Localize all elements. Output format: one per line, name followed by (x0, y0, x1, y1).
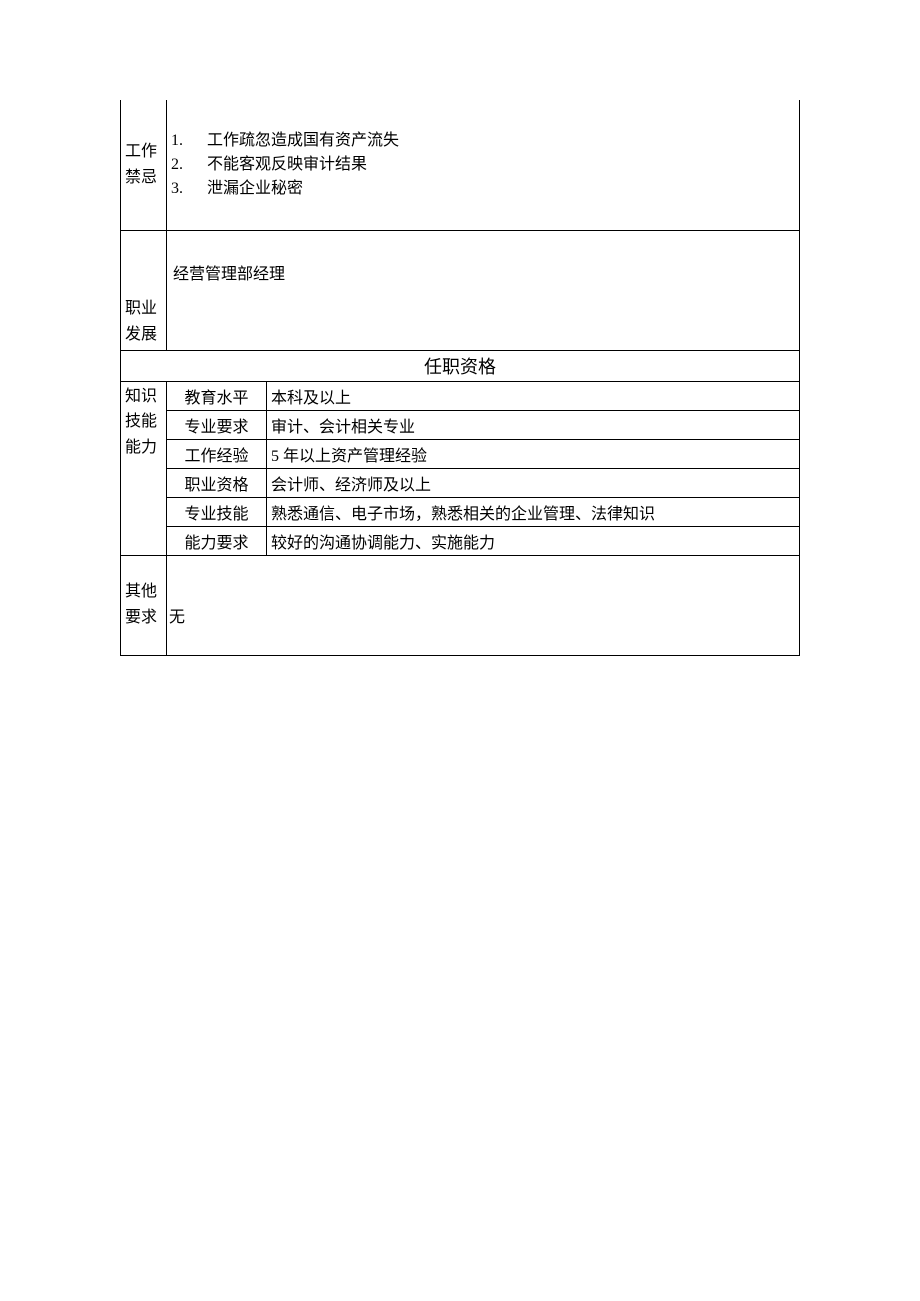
other-value: 无 (169, 609, 185, 626)
taboo-num-3: 3. (171, 177, 183, 201)
other-value-cell: 无 (167, 555, 800, 655)
career-value: 经营管理部经理 (173, 266, 285, 283)
career-label-cell: 职业发展 (121, 230, 167, 350)
other-label: 其他要求 (125, 583, 157, 626)
qual-row-label: 职业资格 (167, 468, 267, 497)
qual-row-label: 工作经验 (167, 439, 267, 468)
qual-row-value: 审计、会计相关专业 (267, 410, 800, 439)
qual-row-value: 5 年以上资产管理经验 (267, 439, 800, 468)
career-label: 职业发展 (125, 300, 157, 343)
qual-row-value: 本科及以上 (267, 381, 800, 410)
qualification-group-label: 知识技能能力 (125, 388, 157, 456)
qual-row-value: 熟悉通信、电子市场，熟悉相关的企业管理、法律知识 (267, 497, 800, 526)
qualification-header: 任职资格 (121, 350, 800, 381)
taboo-text-3: 泄漏企业秘密 (207, 177, 399, 201)
taboo-text-1: 工作疏忽造成国有资产流失 (207, 129, 399, 153)
qualification-group-label-cell: 知识技能能力 (121, 381, 167, 555)
taboo-num-2: 2. (171, 153, 183, 177)
qual-row-label: 专业要求 (167, 410, 267, 439)
qual-row-label: 教育水平 (167, 381, 267, 410)
qual-row-value: 会计师、经济师及以上 (267, 468, 800, 497)
job-description-table: 工作禁忌 1. 2. 3. 工作疏忽造成国有资产流失 不能客观反映审计结果 泄漏… (120, 100, 800, 656)
taboo-label: 工作禁忌 (125, 143, 157, 186)
taboo-content-cell: 1. 2. 3. 工作疏忽造成国有资产流失 不能客观反映审计结果 泄漏企业秘密 (167, 100, 800, 230)
taboo-text-2: 不能客观反映审计结果 (207, 153, 399, 177)
qual-row-value: 较好的沟通协调能力、实施能力 (267, 526, 800, 555)
taboo-label-cell: 工作禁忌 (121, 100, 167, 230)
career-content-cell: 经营管理部经理 (167, 230, 800, 350)
taboo-num-1: 1. (171, 129, 183, 153)
qual-row-label: 专业技能 (167, 497, 267, 526)
qual-row-label: 能力要求 (167, 526, 267, 555)
other-label-cell: 其他要求 (121, 555, 167, 655)
